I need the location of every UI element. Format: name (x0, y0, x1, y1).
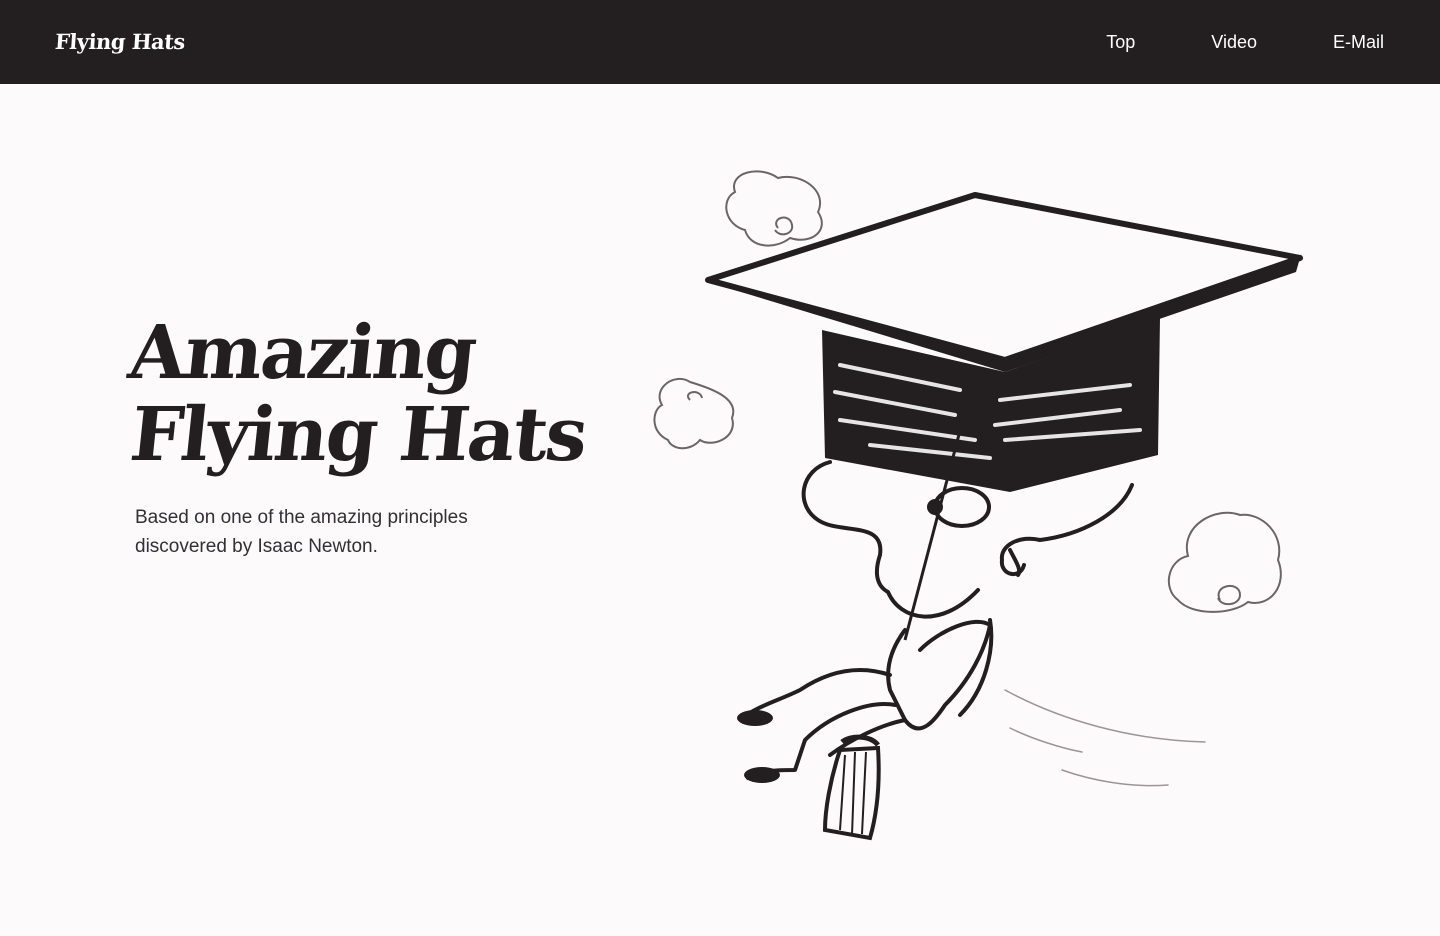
cloud-icon (653, 377, 735, 450)
cloud-icon (1168, 511, 1282, 613)
hero-title-line1: Amazing (124, 310, 480, 396)
nav-link-email[interactable]: E-Mail (1333, 32, 1384, 53)
site-logo[interactable]: Flying Hats (54, 26, 186, 58)
hero-subtitle-line1: Based on one of the amazing principles (135, 507, 468, 528)
hero-title: Amazing Flying Hats (116, 310, 598, 478)
hero-title-line2: Flying Hats (126, 392, 590, 478)
main-nav: Top Video E-Mail (1030, 0, 1384, 84)
flying-hat-illustration (653, 170, 1303, 841)
hero-subtitle: Based on one of the amazing principles d… (135, 503, 555, 561)
cloud-icon (725, 170, 823, 247)
person-figure (740, 460, 1134, 780)
nav-link-top[interactable]: Top (1106, 32, 1135, 53)
site-header: Flying Hats Top Video E-Mail (0, 0, 1440, 84)
nav-link-video[interactable]: Video (1211, 32, 1257, 53)
hero-subtitle-line2: discovered by Isaac Newton. (135, 536, 378, 557)
graduation-cap-icon (705, 192, 1303, 363)
